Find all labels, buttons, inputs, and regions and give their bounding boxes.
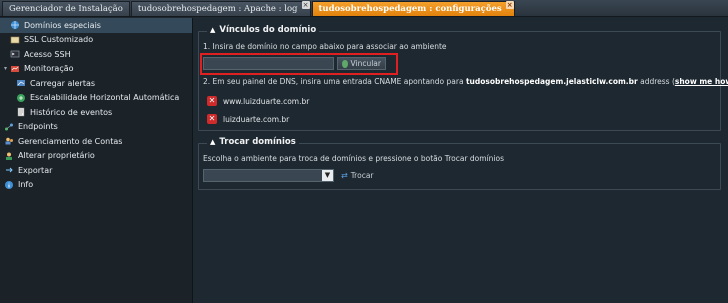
bound-domain-name: www.luizduarte.com.br [223, 96, 310, 106]
sidebar-item-ssl-customizado[interactable]: SSL Customizado [0, 33, 192, 48]
scale-icon [16, 93, 26, 103]
swap-description: Escolha o ambiente para troca de domínio… [203, 154, 504, 163]
domain-input-highlight [200, 53, 398, 75]
sidebar-item-exportar[interactable]: Exportar [0, 163, 192, 178]
show-me-how-link[interactable]: show me how [675, 77, 728, 86]
step1-instructions: 1. Insira de domínio no campo abaixo par… [203, 42, 447, 51]
step2-suffix: address [640, 77, 670, 86]
sidebar-item-label: Domínios especiais [24, 20, 101, 30]
tab-3[interactable]: tudosobrehospedagem : configurações × [311, 1, 515, 16]
sidebar-item-alterar-proprietario[interactable]: Alterar proprietário [0, 149, 192, 164]
close-tab-icon[interactable]: × [301, 1, 310, 9]
sidebar-item-acesso-ssh[interactable]: Acesso SSH [0, 47, 192, 62]
tab-1[interactable]: Gerenciador de Instalação [2, 1, 130, 16]
settings-sidebar: Domínios especiais SSL Customizado Acesso … [0, 18, 193, 303]
tab-label: Gerenciador de Instalação [9, 4, 123, 14]
chevron-down-icon[interactable]: ▼ [322, 170, 333, 181]
remove-domain-icon[interactable]: ✕ [207, 114, 217, 124]
sidebar-item-label: Exportar [18, 165, 53, 175]
sidebar-item-endpoints[interactable]: Endpoints [0, 120, 192, 135]
sidebar-item-escalabilidade-horizontal-automatica[interactable]: Escalabilidade Horizontal Automática [0, 91, 192, 106]
endpoints-icon [4, 122, 14, 132]
step2-prefix: 2. Em seu painel de DNS, insira uma entr… [203, 77, 464, 86]
sidebar-item-label: Histórico de eventos [30, 107, 113, 117]
tab-bar: Gerenciador de Instalação tudosobrehosped… [0, 0, 728, 17]
owner-icon [4, 151, 14, 161]
sidebar-item-label: Info [18, 180, 34, 190]
environment-select[interactable]: ▼ [203, 169, 334, 182]
tab-label: tudosobrehospedagem : configurações [318, 4, 502, 14]
remove-domain-icon[interactable]: ✕ [207, 96, 217, 106]
info-icon [4, 180, 14, 190]
sidebar-item-label: Monitoração [24, 64, 74, 74]
cname-target-host: tudosobrehospedagem.jelasticlw.com.br [465, 77, 638, 86]
sidebar-item-label: Acesso SSH [24, 49, 71, 59]
settings-main-panel: ▲ Vínculos do domínio 1. Insira de domín… [193, 18, 728, 303]
sidebar-item-dominios-especiais[interactable]: Domínios especiais [0, 18, 192, 33]
swap-arrows-icon: ⇄ [341, 171, 348, 180]
certificate-icon [10, 35, 20, 45]
tab-label: tudosobrehospedagem : Apache : log [137, 4, 298, 14]
sidebar-item-label: SSL Customizado [24, 35, 94, 45]
bound-domain-row: ✕ www.luizduarte.com.br [207, 96, 309, 106]
monitor-icon [10, 64, 20, 74]
sidebar-item-carregar-alertas[interactable]: Carregar alertas [0, 76, 192, 91]
tab-2[interactable]: tudosobrehospedagem : Apache : log × [130, 1, 311, 16]
sidebar-item-monitoracao[interactable]: ▾ Monitoração [0, 62, 192, 77]
export-icon [4, 165, 14, 175]
sidebar-item-label: Carregar alertas [30, 78, 96, 88]
sidebar-item-label: Alterar proprietário [18, 151, 95, 161]
sidebar-item-info[interactable]: Info [0, 178, 192, 193]
close-tab-icon[interactable]: × [505, 1, 514, 9]
collapse-caret-icon[interactable]: ▲ [210, 138, 215, 146]
step2-instructions: 2. Em seu painel de DNS, insira uma entr… [203, 77, 728, 86]
alert-icon [16, 78, 26, 88]
domain-bindings-section: ▲ Vínculos do domínio 1. Insira de domín… [198, 25, 728, 131]
sidebar-item-historico-de-eventos[interactable]: Histórico de eventos [0, 105, 192, 120]
domain-bindings-legend[interactable]: ▲ Vínculos do domínio [207, 25, 320, 35]
globe-icon [10, 20, 20, 30]
history-icon [16, 107, 26, 117]
bound-domain-row: ✕ luizduarte.com.br [207, 114, 289, 124]
swap-domains-button[interactable]: ⇄ Trocar [337, 169, 376, 182]
sidebar-item-label: Escalabilidade Horizontal Automática [30, 93, 180, 103]
swap-domains-legend[interactable]: ▲ Trocar domínios [207, 137, 299, 147]
domain-bindings-title: Vínculos do domínio [219, 25, 317, 35]
users-icon [4, 136, 14, 146]
bound-domain-name: luizduarte.com.br [223, 114, 290, 124]
swap-domains-section: ▲ Trocar domínios Escolha o ambiente par… [198, 137, 721, 190]
terminal-icon [10, 49, 20, 59]
swap-domains-title: Trocar domínios [219, 137, 296, 147]
collapse-caret-icon[interactable]: ▲ [210, 26, 215, 34]
sidebar-item-gerenciamento-de-contas[interactable]: Gerenciamento de Contas [0, 134, 192, 149]
sidebar-item-label: Endpoints [18, 122, 58, 132]
sidebar-item-label: Gerenciamento de Contas [18, 136, 123, 146]
swap-domains-button-label: Trocar [350, 171, 374, 180]
